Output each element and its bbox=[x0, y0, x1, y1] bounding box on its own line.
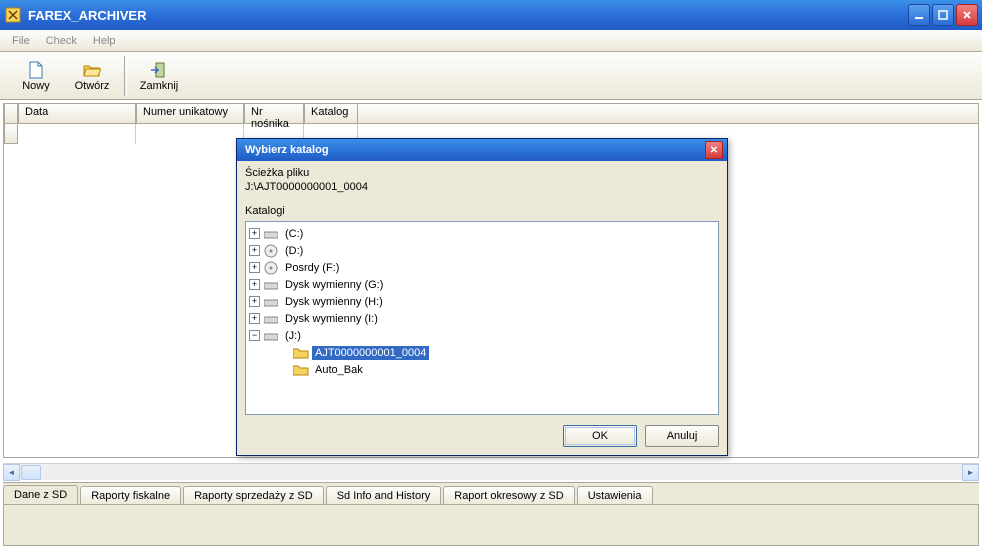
tree-node-selected-folder[interactable]: AJT0000000001_0004 bbox=[249, 344, 715, 361]
close-document-button[interactable]: Zamknij bbox=[131, 55, 187, 97]
menu-file[interactable]: File bbox=[4, 33, 38, 49]
scroll-left-button[interactable]: ◄ bbox=[3, 464, 20, 481]
menu-help[interactable]: Help bbox=[85, 33, 124, 49]
expand-icon[interactable]: + bbox=[249, 245, 260, 256]
close-button[interactable] bbox=[956, 4, 978, 26]
column-date[interactable]: Data bbox=[18, 104, 136, 124]
dialog-titlebar: Wybierz katalog ✕ bbox=[237, 139, 727, 161]
open-folder-icon bbox=[82, 60, 102, 80]
cancel-button[interactable]: Anuluj bbox=[645, 425, 719, 447]
drive-icon bbox=[263, 329, 279, 343]
app-icon bbox=[4, 6, 22, 24]
folder-icon bbox=[293, 363, 309, 377]
collapse-icon[interactable]: − bbox=[249, 330, 260, 341]
table-row-selector[interactable] bbox=[4, 104, 18, 124]
tab-periodic-report[interactable]: Raport okresowy z SD bbox=[443, 486, 574, 505]
tree-node-c[interactable]: + (C:) bbox=[249, 225, 715, 242]
tree-node-d[interactable]: + (D:) bbox=[249, 242, 715, 259]
catalogs-label: Katalogi bbox=[245, 205, 719, 217]
expand-icon[interactable]: + bbox=[249, 313, 260, 324]
bottom-tabs: Dane z SD Raporty fiskalne Raporty sprze… bbox=[3, 482, 979, 504]
tab-settings[interactable]: Ustawienia bbox=[577, 486, 653, 505]
column-media-number[interactable]: Nr nośnika bbox=[244, 104, 304, 124]
dialog-close-button[interactable]: ✕ bbox=[705, 141, 723, 159]
horizontal-scrollbar[interactable]: ◄ ► bbox=[3, 463, 979, 480]
path-label: Ścieżka pliku bbox=[245, 167, 719, 179]
toolbar: Nowy Otwórz Zamknij bbox=[0, 52, 982, 100]
open-label: Otwórz bbox=[75, 80, 110, 92]
expand-icon[interactable]: + bbox=[249, 262, 260, 273]
table-row-indicator bbox=[4, 124, 18, 144]
tab-sales-reports[interactable]: Raporty sprzedaży z SD bbox=[183, 486, 324, 505]
tree-node-f[interactable]: + Posrdy (F:) bbox=[249, 259, 715, 276]
scroll-thumb[interactable] bbox=[21, 465, 41, 480]
maximize-button[interactable] bbox=[932, 4, 954, 26]
minimize-button[interactable] bbox=[908, 4, 930, 26]
new-button[interactable]: Nowy bbox=[8, 55, 64, 97]
bottom-panel bbox=[3, 504, 979, 546]
close-door-icon bbox=[149, 60, 169, 80]
tree-node-g[interactable]: + Dysk wymienny (G:) bbox=[249, 276, 715, 293]
cd-drive-icon bbox=[263, 261, 279, 275]
toolbar-separator bbox=[124, 56, 127, 96]
open-button[interactable]: Otwórz bbox=[64, 55, 120, 97]
open-folder-icon bbox=[293, 346, 309, 360]
tree-node-i[interactable]: + Dysk wymienny (I:) bbox=[249, 310, 715, 327]
tab-sd-info[interactable]: Sd Info and History bbox=[326, 486, 442, 505]
tree-node-autobak[interactable]: Auto_Bak bbox=[249, 361, 715, 378]
new-file-icon bbox=[26, 60, 46, 80]
tab-sd-data[interactable]: Dane z SD bbox=[3, 485, 78, 505]
menu-check[interactable]: Check bbox=[38, 33, 85, 49]
path-value bbox=[245, 181, 719, 193]
expand-icon[interactable]: + bbox=[249, 228, 260, 239]
expand-icon[interactable]: + bbox=[249, 296, 260, 307]
choose-folder-dialog: Wybierz katalog ✕ Ścieżka pliku Katalogi… bbox=[236, 138, 728, 456]
menubar: File Check Help bbox=[0, 30, 982, 52]
column-unique-number[interactable]: Numer unikatowy bbox=[136, 104, 244, 124]
tab-fiscal-reports[interactable]: Raporty fiskalne bbox=[80, 486, 181, 505]
expand-icon[interactable]: + bbox=[249, 279, 260, 290]
tree-node-j[interactable]: − (J:) bbox=[249, 327, 715, 344]
tree-node-h[interactable]: + Dysk wymienny (H:) bbox=[249, 293, 715, 310]
dialog-title: Wybierz katalog bbox=[241, 144, 705, 156]
drive-icon bbox=[263, 278, 279, 292]
close-label: Zamknij bbox=[140, 80, 179, 92]
folder-tree[interactable]: + (C:) + (D:) + Posrdy (F:) + Dysk wymie… bbox=[245, 221, 719, 415]
window-titlebar: FAREX_ARCHIVER bbox=[0, 0, 982, 30]
scroll-right-button[interactable]: ► bbox=[962, 464, 979, 481]
ok-button[interactable]: OK bbox=[563, 425, 637, 447]
drive-icon bbox=[263, 227, 279, 241]
column-catalog[interactable]: Katalog bbox=[304, 104, 358, 124]
drive-icon bbox=[263, 312, 279, 326]
new-label: Nowy bbox=[22, 80, 50, 92]
window-title: FAREX_ARCHIVER bbox=[28, 8, 908, 23]
drive-icon bbox=[263, 295, 279, 309]
cd-drive-icon bbox=[263, 244, 279, 258]
